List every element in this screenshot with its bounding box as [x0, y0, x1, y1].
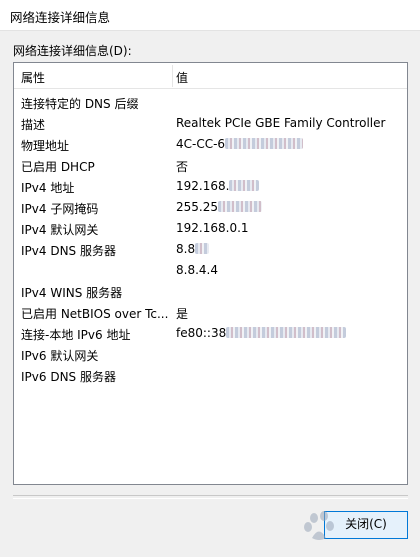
- list-row[interactable]: 描述 Realtek PCIe GBE Family Controller: [14, 113, 407, 134]
- row-value: 192.168.0.1: [176, 221, 249, 235]
- row-property: IPv4 地址: [21, 181, 75, 195]
- row-property: 物理地址: [21, 139, 70, 153]
- row-value-text: 255.25: [176, 200, 218, 214]
- row-property: 连接特定的 DNS 后缀: [21, 97, 139, 111]
- row-value-text: 4C-CC-6: [176, 137, 226, 151]
- row-value: 8.8.4.4: [176, 263, 218, 277]
- row-property: 描述: [21, 118, 46, 132]
- footer-divider: [13, 495, 408, 499]
- list-row[interactable]: 已启用 DHCP 否: [14, 155, 407, 176]
- row-value: 192.168.: [176, 179, 260, 193]
- row-property: IPv4 默认网关: [21, 223, 99, 237]
- row-value: 4C-CC-6: [176, 137, 304, 151]
- row-value: Realtek PCIe GBE Family Controller: [176, 116, 386, 130]
- row-property: IPv6 默认网关: [21, 349, 99, 363]
- list-row[interactable]: IPv4 DNS 服务器 8.8: [14, 239, 407, 260]
- list-header: 属性 值: [14, 63, 407, 89]
- list-row[interactable]: 已启用 NetBIOS over Tc... 是: [14, 302, 407, 323]
- row-value-text: 8.8: [176, 242, 196, 256]
- list-row[interactable]: 物理地址 4C-CC-6: [14, 134, 407, 155]
- row-value-text: fe80::38: [176, 326, 227, 340]
- list-row[interactable]: IPv4 地址 192.168.: [14, 176, 407, 197]
- redacted-mask: [229, 180, 260, 191]
- row-property: IPv6 DNS 服务器: [21, 370, 116, 384]
- list-row[interactable]: IPv4 默认网关 192.168.0.1: [14, 218, 407, 239]
- list-row[interactable]: IPv6 DNS 服务器: [14, 365, 407, 386]
- redacted-mask: [226, 327, 347, 338]
- row-property: IPv4 子网掩码: [21, 202, 99, 216]
- row-value: 是: [176, 307, 189, 321]
- row-value: 255.25: [176, 200, 262, 214]
- network-details-dialog: 网络连接详细信息 网络连接详细信息(D): 属性 值 连接特定的 DNS 后缀 …: [0, 0, 420, 557]
- list-row[interactable]: IPv6 默认网关: [14, 344, 407, 365]
- row-property: IPv4 WINS 服务器: [21, 286, 123, 300]
- row-value: 否: [176, 160, 189, 174]
- list-row[interactable]: IPv4 子网掩码 255.25: [14, 197, 407, 218]
- row-value: 8.8: [176, 242, 210, 256]
- redacted-mask: [225, 138, 304, 149]
- column-divider[interactable]: [172, 65, 173, 87]
- redacted-mask: [195, 243, 210, 254]
- title-bar[interactable]: 网络连接详细信息: [0, 0, 420, 31]
- redacted-mask: [218, 201, 262, 212]
- list-row[interactable]: IPv4 WINS 服务器: [14, 281, 407, 302]
- column-header-property[interactable]: 属性: [21, 69, 45, 86]
- close-button[interactable]: 关闭(C): [324, 511, 408, 539]
- details-group-label: 网络连接详细信息(D):: [13, 44, 132, 58]
- row-property: 连接-本地 IPv6 地址: [21, 328, 131, 342]
- column-header-value[interactable]: 值: [176, 69, 188, 86]
- row-property: 已启用 DHCP: [21, 160, 95, 174]
- list-row[interactable]: 连接-本地 IPv6 地址 fe80::38: [14, 323, 407, 344]
- list-row[interactable]: 8.8.4.4: [14, 260, 407, 281]
- row-value: fe80::38: [176, 326, 347, 340]
- window-title: 网络连接详细信息: [10, 10, 111, 25]
- row-property: 已启用 NetBIOS over Tc...: [21, 307, 169, 321]
- details-list[interactable]: 属性 值 连接特定的 DNS 后缀 描述 Realtek PCIe GBE Fa…: [13, 62, 408, 485]
- row-property: IPv4 DNS 服务器: [21, 244, 116, 258]
- list-row[interactable]: 连接特定的 DNS 后缀: [14, 92, 407, 113]
- row-value-text: 192.168.: [176, 179, 230, 193]
